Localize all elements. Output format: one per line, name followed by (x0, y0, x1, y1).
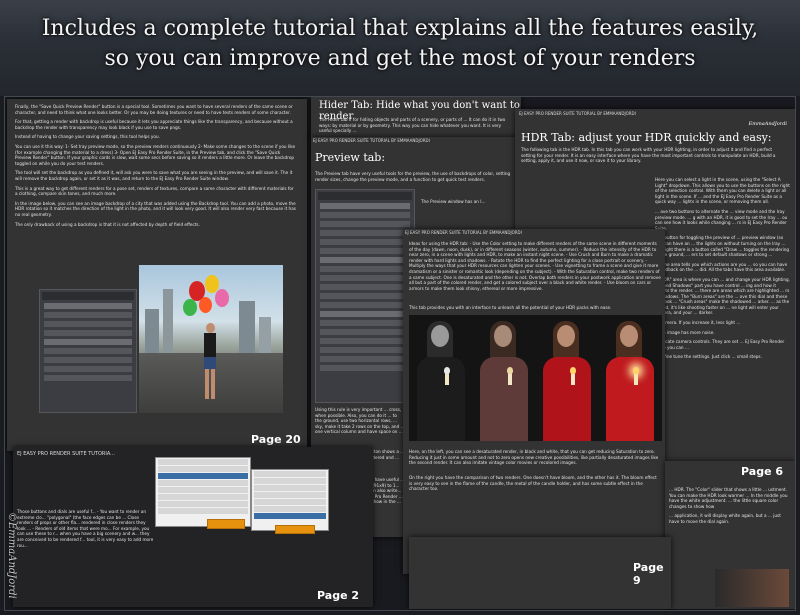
page-6-text: ... application, it will display white a… (669, 513, 781, 524)
hdr-side-text: ... he image has more noise. (655, 329, 715, 335)
hdr-banner: EJ EASY PRO RENDER SUITE TUTORIAL BY EMM… (519, 111, 636, 116)
balloons-photo (139, 265, 283, 413)
page-20-number: Page 20 (251, 433, 301, 446)
page-2-number: Page 2 (317, 589, 360, 602)
backdrop-window-screenshot (39, 289, 137, 413)
header-line-2: so you can improve and get the most of y… (104, 46, 696, 71)
page-6: Page 6 ... HDR. The "Color" slider that … (665, 461, 795, 609)
tutorial-collage: Finally, the "Save Quick Preview Render"… (4, 96, 796, 611)
page-6-text: ... HDR. The "Color" slider that shows a… (669, 487, 788, 509)
lady-with-candle-render-bloom (598, 315, 662, 441)
submenu-screenshot (251, 469, 329, 531)
header-line-1: Includes a complete tutorial that explai… (41, 16, 759, 41)
page-20-para: The only drawback of using a backdrop is… (15, 221, 200, 227)
page-20-para: You can use it this way: 1- Set Iray pre… (15, 143, 296, 166)
hdr-side-text: ... ave two buttons to alternate the ...… (655, 208, 788, 231)
preview-banner: EJ EASY PRO RENDER SUITE TUTORIAL BY EMM… (313, 138, 430, 143)
page-20-para: The tool will set the backdrop as you de… (15, 170, 293, 181)
page-2-text: Those buttons and dials are useful f... … (17, 509, 154, 548)
hdr-ideas-caption-1: Here, on the left, you can see a desatur… (409, 449, 659, 466)
hdr-side-text: Here you can select a light in the scene… (655, 177, 790, 205)
page-hdr-ideas: EJ EASY PRO RENDER SUITE TUTORIAL BY EMM… (403, 229, 665, 574)
hdr-side-text: ... o fine tune the settings. Just click… (655, 354, 762, 360)
preview-window-note: The Preview window has an I... (421, 199, 486, 204)
page-hider-tab: Hider Tab: Hide what you don't want to r… (311, 97, 521, 139)
watermark: ©EmmaAndJordi (5, 512, 19, 610)
page-9-number: Page 9 (633, 561, 664, 587)
menu-highlight-bar (207, 519, 245, 529)
page-6-render-thumb (715, 569, 789, 607)
page-20-para: Instead of having to change your saving … (15, 134, 160, 140)
page-9: Page 9 (409, 537, 671, 609)
page-20-para: For that, getting a render with backdrop… (15, 119, 293, 130)
page-2-banner: EJ EASY PRO RENDER SUITE TUTORIA... (17, 451, 115, 457)
page-20-para: Finally, the "Save Quick Preview Render"… (15, 104, 293, 115)
preview-window-screenshot (315, 189, 415, 403)
lady-with-candle-render-color (535, 315, 599, 441)
watermark-text: ©EmmaAndJordi (6, 512, 17, 599)
hider-body: The Hider tab if for hiding objects and … (319, 117, 506, 134)
hdr-ideas-provides: This tab provides you with an interface … (409, 305, 612, 310)
hdr-side-text: ... plicate camera controls. They are se… (655, 339, 785, 350)
dropdown-menu-screenshot (155, 457, 251, 527)
hdr-side-text: ... n button for toggling the preview of… (655, 235, 790, 258)
banner-header: Includes a complete tutorial that explai… (0, 0, 800, 96)
lady-with-candle-render-partial (472, 315, 536, 441)
page-20-preview: Finally, the "Save Quick Preview Render"… (7, 99, 307, 451)
hdr-body: The following tab is the HDR tab. In thi… (521, 147, 776, 164)
page-20-para: This is a great way to get different ren… (15, 185, 294, 197)
page-20-text: Finally, the "Save Quick Preview Render"… (15, 104, 297, 231)
menu-highlight-bar (275, 525, 315, 534)
hdr-ideas-caption-2: On the right you have the comparison of … (409, 475, 657, 492)
hdr-ideas-list: Ideas for using the HDR tab: - Use the C… (409, 241, 661, 291)
preview-body: The Preview tab have very useful tools f… (315, 171, 511, 182)
hdr-side-text: ... HDR" area is where you can ... and c… (655, 276, 791, 316)
hdr-ideas-banner: EJ EASY PRO RENDER SUITE TUTORIAL BY EMM… (405, 230, 522, 235)
page-20-para: In the image below, you can see an image… (15, 200, 296, 217)
hdr-side-text: ... ame area tells you which actions are… (655, 261, 788, 273)
preview-title: Preview tab: (315, 151, 386, 164)
hdr-side-text: ... camera. If you increase it, less lig… (655, 320, 741, 326)
hdr-signature: EmmaAndJordi (748, 121, 787, 127)
hdr-title: HDR Tab: adjust your HDR quickly and eas… (521, 131, 772, 144)
lady-with-candle-render-bw (409, 315, 473, 441)
page-6-number: Page 6 (741, 465, 784, 478)
preview-note-1: Using this rule is very important ... cr… (315, 407, 405, 435)
girl-figure (201, 323, 219, 399)
lady-render-strip (409, 315, 662, 441)
